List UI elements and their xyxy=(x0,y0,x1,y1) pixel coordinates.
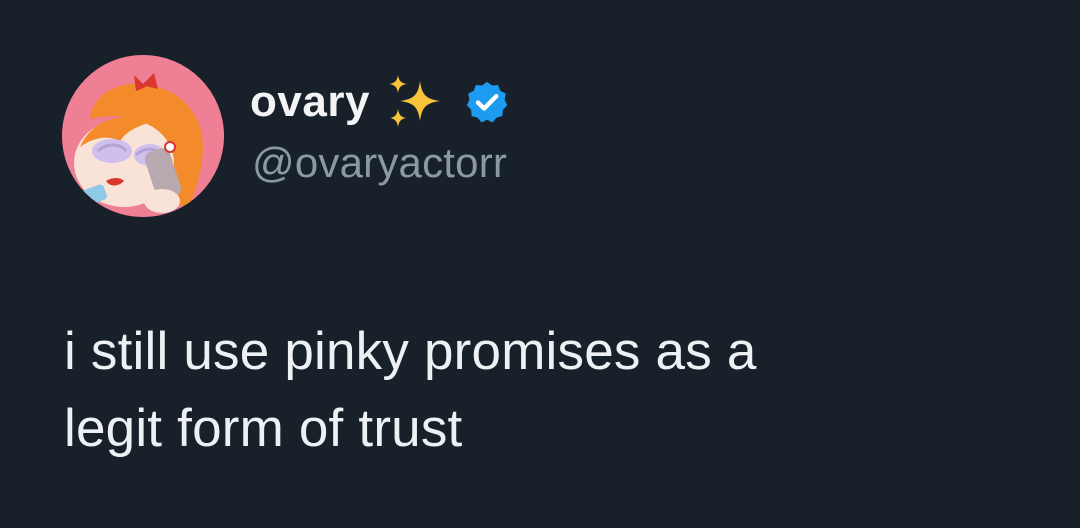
tweet-text-line: i still use pinky promises as a xyxy=(64,322,757,381)
display-name[interactable]: ovary xyxy=(250,80,370,124)
avatar[interactable] xyxy=(62,55,224,217)
tweet-text-line: legit form of trust xyxy=(64,399,463,458)
tweet-card: ovary @ovaryactorr i still use pinky pro… xyxy=(0,0,1080,528)
tweet-text: i still use pinky promises as a legit fo… xyxy=(64,313,1024,467)
display-name-row: ovary xyxy=(250,72,510,132)
user-handle[interactable]: @ovaryactorr xyxy=(252,142,507,184)
sparkles-icon xyxy=(388,75,440,127)
cartoon-avatar-icon xyxy=(62,55,224,217)
verified-badge-icon xyxy=(466,81,508,123)
